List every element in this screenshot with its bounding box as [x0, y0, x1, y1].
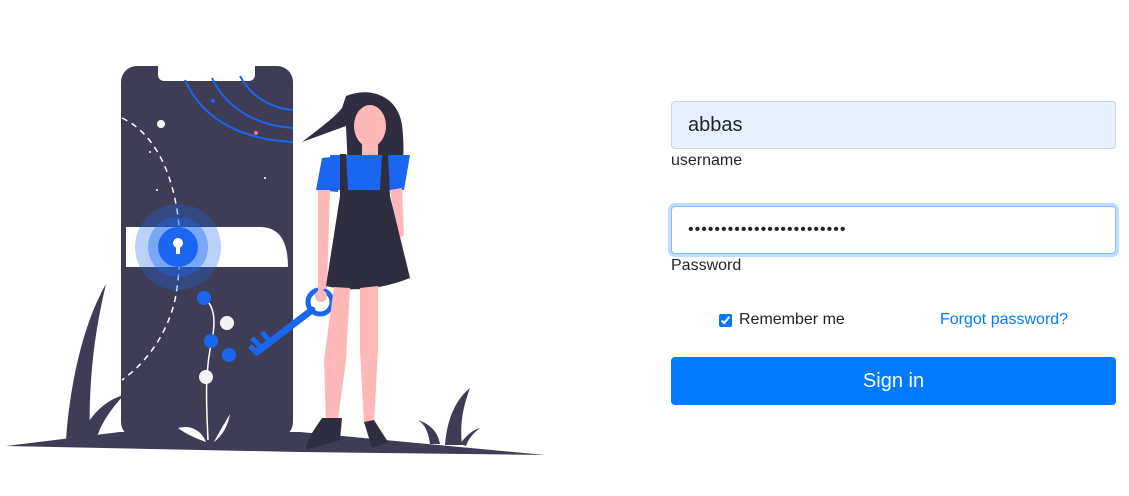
- grass-right-small-2-icon: [460, 428, 480, 446]
- username-input[interactable]: [671, 101, 1116, 149]
- password-label: Password: [671, 257, 742, 274]
- login-illustration: [6, 66, 545, 455]
- password-input[interactable]: [671, 206, 1116, 254]
- remember-me-checkbox[interactable]: [719, 313, 732, 327]
- remember-me-label: Remember me: [739, 311, 845, 328]
- woman-figure: [302, 92, 410, 450]
- remember-forgot-row: Remember me Forgot password?: [671, 311, 1116, 331]
- login-form: username Password: [671, 101, 1116, 275]
- grass-right-small-icon: [418, 420, 440, 444]
- sign-in-button[interactable]: Sign in: [671, 357, 1116, 405]
- grass-right-icon: [445, 388, 470, 445]
- remember-me[interactable]: Remember me: [719, 311, 845, 329]
- forgot-password-link[interactable]: Forgot password?: [940, 311, 1068, 329]
- username-label: username: [671, 152, 743, 169]
